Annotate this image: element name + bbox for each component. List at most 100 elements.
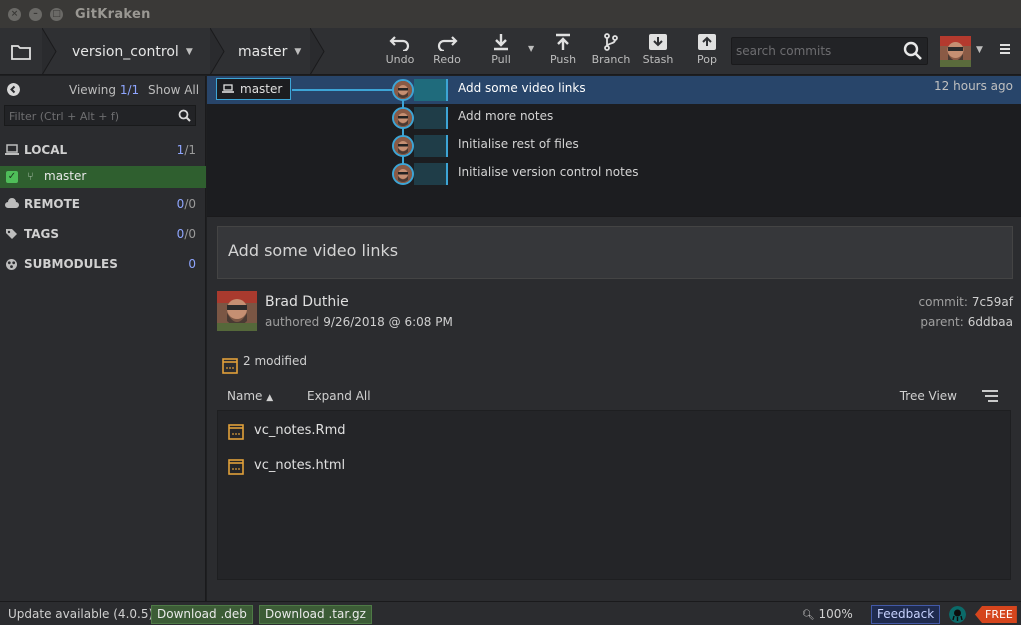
modified-file-icon (228, 459, 244, 475)
search-commits (731, 37, 928, 65)
commit-message: Add some video links (458, 81, 586, 95)
branch-selector[interactable]: master ▼ (238, 28, 301, 75)
feedback-button[interactable]: Feedback (871, 605, 941, 624)
section-local-count-total: /1 (184, 143, 196, 157)
commit-avatar-node[interactable] (392, 79, 414, 101)
tree-view-toggle[interactable]: Tree View (900, 389, 957, 403)
account-chevron-down-icon[interactable]: ▼ (976, 45, 983, 55)
file-name: vc_notes.Rmd (254, 423, 346, 438)
pull-options-chevron-down-icon[interactable]: ▼ (528, 44, 534, 53)
section-tags-count-total: /0 (184, 227, 196, 241)
section-submodules-title: SUBMODULES (24, 257, 118, 271)
laptop-icon (222, 84, 234, 93)
section-remote-count: 0/0 (177, 197, 196, 211)
commit-message: Initialise version control notes (458, 165, 639, 179)
section-submodules[interactable]: SUBMODULES 0 (0, 250, 206, 278)
breadcrumb-separator (310, 28, 325, 75)
section-remote[interactable]: REMOTE 0/0 (0, 190, 206, 218)
download-tar-button[interactable]: Download .tar.gz (259, 605, 372, 624)
maximize-window-button[interactable]: □ (50, 7, 63, 21)
section-tags[interactable]: TAGS 0/0 (0, 220, 206, 248)
authored-date: 9/26/2018 @ 6:08 PM (323, 315, 453, 329)
author-avatar (217, 291, 257, 331)
push-button[interactable]: Push (548, 28, 578, 75)
close-window-button[interactable]: × (8, 7, 21, 21)
redo-icon (437, 36, 458, 51)
update-available-text: Update available (4.0.5) (8, 607, 154, 621)
list-view-icon[interactable] (981, 390, 999, 402)
gitkraken-logo-icon[interactable] (949, 606, 966, 623)
laptop-icon (5, 144, 19, 155)
sidebar-header: Viewing 1/1 Show All (0, 76, 205, 104)
filter-input[interactable] (9, 108, 169, 124)
pull-button[interactable]: Pull (488, 28, 514, 75)
commit-row[interactable]: Initialise version control notes (207, 160, 1021, 188)
hamburger-menu-icon[interactable] (999, 43, 1011, 55)
section-local[interactable]: LOCAL 1/1 (0, 136, 206, 164)
breadcrumb-separator (42, 28, 57, 75)
expand-all-button[interactable]: Expand All (307, 389, 371, 403)
parent-hash[interactable]: 6ddbaa (968, 315, 1013, 329)
sidebar: Viewing 1/1 Show All LOCAL 1/1 ✓ ⑂ maste… (0, 76, 206, 601)
sort-by-name-button[interactable]: Name ▲ (227, 389, 273, 403)
section-submodules-count: 0 (188, 257, 196, 271)
commit-hash[interactable]: 7c59af (972, 295, 1013, 309)
cloud-icon (5, 198, 19, 208)
commit-row[interactable]: Initialise rest of files (207, 132, 1021, 160)
parent-hash-label: parent: (920, 315, 964, 329)
zoom-level[interactable]: 🔍︎ 100% (802, 607, 853, 621)
file-row[interactable]: vc_notes.html (218, 451, 1012, 481)
pop-icon (698, 34, 716, 50)
redo-button[interactable]: Redo (432, 28, 462, 75)
commit-avatar-node[interactable] (392, 107, 414, 129)
section-tags-title: TAGS (24, 227, 60, 241)
stash-icon (649, 34, 667, 50)
pull-icon (494, 34, 508, 51)
branch-tag-master[interactable]: master (216, 78, 291, 100)
authored-line: authored 9/26/2018 @ 6:08 PM (265, 315, 453, 329)
chevron-down-icon: ▼ (185, 46, 193, 57)
commit-marker (414, 79, 448, 101)
zoom-icon: 🔍︎ (802, 610, 815, 621)
file-row[interactable]: vc_notes.Rmd (218, 416, 1012, 446)
branch-button[interactable]: Branch (591, 28, 631, 75)
commit-marker (414, 163, 448, 185)
commit-marker (414, 135, 448, 157)
branch-icon: ⑂ (27, 170, 34, 183)
commit-avatar-node[interactable] (392, 163, 414, 185)
pop-button[interactable]: Pop (692, 28, 722, 75)
minimize-window-button[interactable]: – (29, 7, 42, 21)
folder-icon (11, 44, 31, 60)
search-commits-input[interactable] (736, 42, 896, 60)
commit-row[interactable]: Add more notes (207, 104, 1021, 132)
plan-badge[interactable]: FREE (975, 606, 1017, 623)
commit-summary-text: Add some video links (228, 241, 399, 260)
show-all-link[interactable]: Show All (148, 83, 199, 97)
collapse-sidebar-icon[interactable] (7, 83, 20, 96)
search-icon (178, 109, 191, 122)
authored-label: authored (265, 315, 320, 329)
open-repo-button[interactable] (0, 28, 42, 75)
download-deb-button[interactable]: Download .deb (151, 605, 253, 624)
search-icon[interactable] (903, 41, 923, 61)
user-avatar[interactable] (940, 36, 971, 67)
tag-icon (6, 229, 17, 239)
pop-label: Pop (697, 53, 717, 66)
name-header-label: Name (227, 389, 263, 403)
undo-icon (389, 36, 410, 51)
sidebar-item-master[interactable]: ✓ ⑂ master (0, 166, 206, 188)
stash-label: Stash (642, 53, 674, 66)
branch-label: Branch (591, 53, 631, 66)
stash-button[interactable]: Stash (643, 28, 673, 75)
commit-graph: Add some video links 12 hours ago Add mo… (207, 76, 1021, 216)
repo-selector[interactable]: version_control ▼ (72, 28, 193, 75)
zoom-value: 100% (818, 607, 853, 621)
viewing-total: /1 (127, 83, 140, 97)
viewing-number: 1 (119, 83, 128, 97)
commit-summary: Add some video links (217, 226, 1013, 279)
undo-button[interactable]: Undo (385, 28, 415, 75)
commit-detail-panel: Add some video links Brad Duthie authore… (207, 217, 1021, 601)
push-label: Push (549, 53, 577, 66)
commit-avatar-node[interactable] (392, 135, 414, 157)
commit-marker (414, 107, 448, 129)
